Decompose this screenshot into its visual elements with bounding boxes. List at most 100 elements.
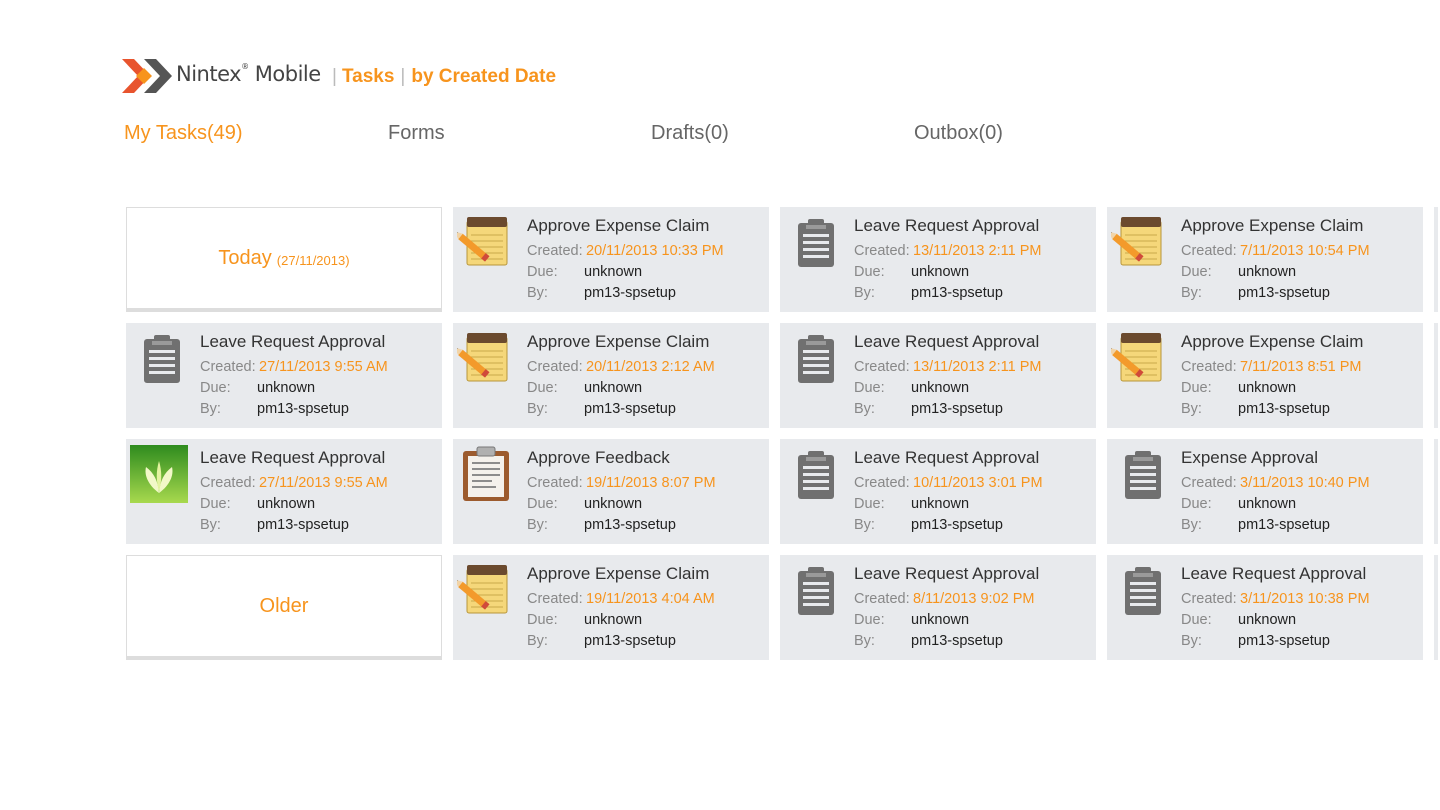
task-tile[interactable]: Approve Expense Claim Created: 7/11/2013 8… <box>1107 323 1423 428</box>
created-label: Created: <box>527 591 583 607</box>
by-row: By: pm13-spsetup <box>527 401 676 417</box>
due-label: Due: <box>527 380 558 396</box>
created-row: Created: 19/11/2013 8:07 PM <box>527 475 716 491</box>
created-label: Created: <box>527 243 583 259</box>
task-tile[interactable]: Approve Feedback Created: 19/11/2013 8:07 … <box>453 439 769 544</box>
task-tile[interactable]: Leave Request Approval Created: 10/11/2013… <box>780 439 1096 544</box>
tab-my-tasks[interactable]: My Tasks(49) <box>124 122 243 145</box>
task-tile[interactable]: Approve Expense Claim Created: 20/11/2013 … <box>453 207 769 312</box>
created-label: Created: <box>854 475 910 491</box>
due-label: Due: <box>854 264 885 280</box>
by-value: pm13-spsetup <box>1238 633 1330 649</box>
created-date: 13/11/2013 2:11 PM <box>913 359 1042 375</box>
created-date: 19/11/2013 8:07 PM <box>586 475 716 491</box>
by-row: By: pm13-spsetup <box>200 401 349 417</box>
group-header-today[interactable]: Today (27/11/2013) <box>126 207 442 312</box>
due-value: unknown <box>1238 612 1297 628</box>
due-label: Due: <box>854 496 885 512</box>
task-tile[interactable]: Approve Expense Claim Created: 19/11/2013 … <box>453 555 769 660</box>
due-label: Due: <box>200 496 231 512</box>
task-tile[interactable]: Expense Approval Created: 3/11/2013 10:40 … <box>1107 439 1423 544</box>
by-label: By: <box>1181 517 1202 533</box>
task-title: Leave Request Approval <box>854 332 1040 351</box>
task-title: Leave Request Approval <box>854 216 1040 235</box>
task-tile[interactable]: Leave Request Approval Created: 3/11/2013 … <box>1107 555 1423 660</box>
by-value: pm13-spsetup <box>1238 401 1330 417</box>
created-date: 27/11/2013 9:55 AM <box>259 475 388 491</box>
task-tile[interactable]: Approve Expense Claim Created: 20/11/2013 … <box>453 323 769 428</box>
due-row: Due: unknown <box>200 380 315 396</box>
by-label: By: <box>854 633 875 649</box>
created-row: Created: 7/11/2013 8:51 PM <box>1181 359 1361 375</box>
tab-drafts[interactable]: Drafts(0) <box>651 122 729 145</box>
task-title: Approve Feedback <box>527 448 670 467</box>
clipboard-gray-icon <box>784 213 842 271</box>
by-label: By: <box>854 401 875 417</box>
breadcrumb-view[interactable]: by Created Date <box>411 66 556 87</box>
created-date: 3/11/2013 10:40 PM <box>1240 475 1370 491</box>
due-value: unknown <box>911 496 970 512</box>
group-label: Older <box>259 594 309 617</box>
nintex-logo: Nintex® Mobile <box>122 56 321 96</box>
by-label: By: <box>1181 633 1202 649</box>
group-header-older[interactable]: Older <box>126 555 442 660</box>
task-tile[interactable]: Leave Request Approval Created: 8/11/2013 … <box>780 555 1096 660</box>
due-label: Due: <box>527 264 558 280</box>
tab-outbox[interactable]: Outbox(0) <box>914 122 1003 145</box>
task-title: Expense Approval <box>1181 448 1319 467</box>
created-label: Created: <box>854 243 910 259</box>
due-row: Due: unknown <box>527 264 642 280</box>
task-tile[interactable]: Leave Request Approval Created: 13/11/2013… <box>780 323 1096 428</box>
task-title: Approve Expense Claim <box>1181 216 1364 235</box>
task-title: Leave Request Approval <box>200 448 386 467</box>
created-label: Created: <box>1181 475 1237 491</box>
created-row: Created: 8/11/2013 9:02 PM <box>854 591 1034 607</box>
by-label: By: <box>527 633 548 649</box>
clipboard-brown-icon <box>457 445 515 503</box>
by-label: By: <box>854 517 875 533</box>
due-row: Due: unknown <box>527 612 642 628</box>
created-date: 20/11/2013 10:33 PM <box>586 243 724 259</box>
task-tile[interactable]: Leave Request Approval Created: 13/11/2013… <box>780 207 1096 312</box>
by-label: By: <box>527 401 548 417</box>
due-row: Due: unknown <box>1181 264 1296 280</box>
by-label: By: <box>1181 401 1202 417</box>
due-value: unknown <box>911 264 970 280</box>
by-value: pm13-spsetup <box>584 401 676 417</box>
by-row: By: pm13-spsetup <box>854 517 1003 533</box>
due-label: Due: <box>200 380 231 396</box>
by-value: pm13-spsetup <box>911 517 1003 533</box>
created-row: Created: 27/11/2013 9:55 AM <box>200 475 388 491</box>
by-row: By: pm13-spsetup <box>1181 401 1330 417</box>
due-label: Due: <box>1181 264 1212 280</box>
task-tile[interactable]: Leave Request Approval Created: 27/11/2013… <box>126 323 442 428</box>
task-title: Leave Request Approval <box>200 332 386 351</box>
notepad-pencil-icon <box>454 561 515 619</box>
by-row: By: pm13-spsetup <box>527 517 676 533</box>
by-label: By: <box>1181 285 1202 301</box>
by-value: pm13-spsetup <box>257 517 349 533</box>
due-label: Due: <box>527 496 558 512</box>
created-label: Created: <box>527 475 583 491</box>
clipboard-gray-icon <box>784 329 842 387</box>
due-value: unknown <box>257 380 316 396</box>
due-label: Due: <box>1181 496 1212 512</box>
due-value: unknown <box>584 264 643 280</box>
due-value: unknown <box>584 380 643 396</box>
breadcrumb-section[interactable]: Tasks <box>342 66 394 87</box>
by-row: By: pm13-spsetup <box>527 285 676 301</box>
due-row: Due: unknown <box>527 496 642 512</box>
by-value: pm13-spsetup <box>584 517 676 533</box>
due-value: unknown <box>1238 380 1297 396</box>
by-row: By: pm13-spsetup <box>1181 633 1330 649</box>
due-row: Due: unknown <box>1181 612 1296 628</box>
task-title: Approve Expense Claim <box>527 564 710 583</box>
created-date: 20/11/2013 2:12 AM <box>586 359 715 375</box>
task-tile[interactable]: Leave Request Approval Created: 27/11/2013… <box>126 439 442 544</box>
group-label: Today <box>218 246 272 269</box>
created-label: Created: <box>1181 243 1237 259</box>
task-tile[interactable]: Approve Expense Claim Created: 7/11/2013 1… <box>1107 207 1423 312</box>
nintex-x-icon <box>122 59 172 93</box>
tab-forms[interactable]: Forms <box>388 122 445 145</box>
created-row: Created: 20/11/2013 10:33 PM <box>527 243 724 259</box>
